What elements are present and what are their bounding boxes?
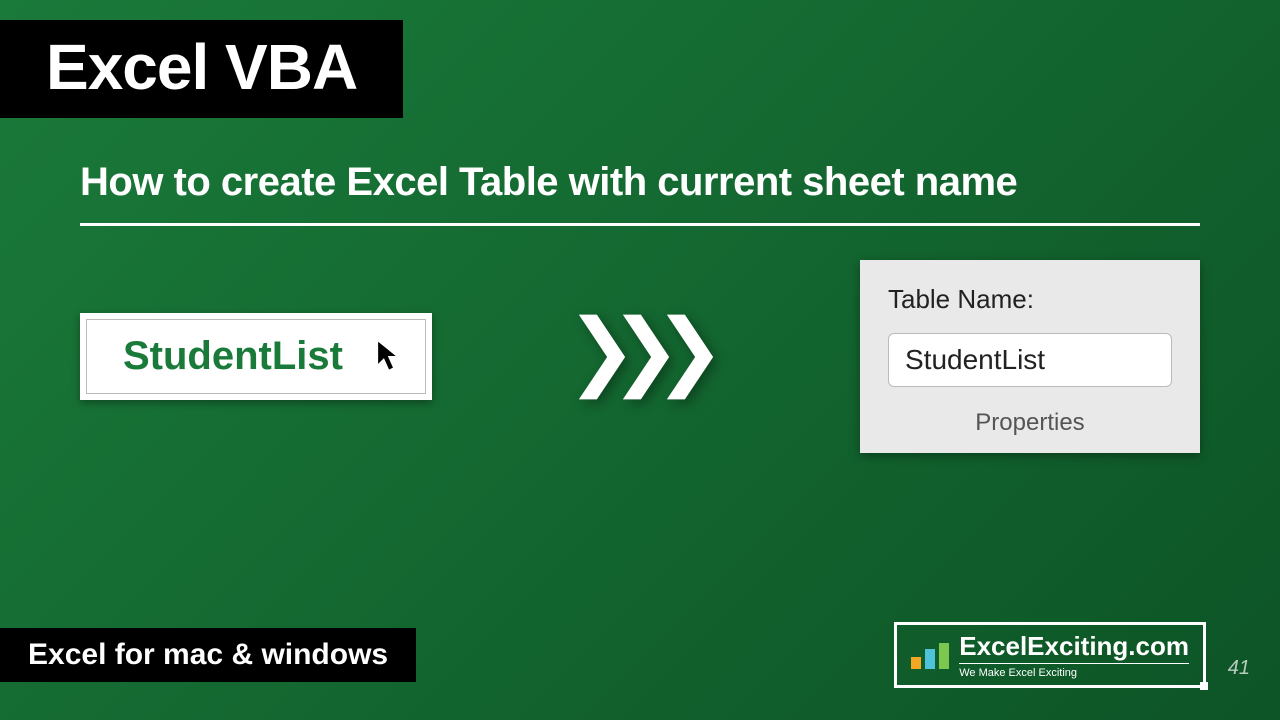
page-number: 41: [1228, 657, 1250, 680]
properties-panel: Table Name: StudentList Properties: [860, 260, 1200, 453]
brand-box: ExcelExciting.com We Make Excel Exciting: [894, 622, 1206, 688]
subtitle-text: How to create Excel Table with current s…: [80, 160, 1017, 204]
sheet-tab-label: StudentList: [123, 334, 343, 378]
title-text: Excel VBA: [46, 31, 357, 103]
brand-logo-icon: [911, 643, 949, 669]
cursor-icon: [375, 337, 405, 380]
brand-tagline: We Make Excel Exciting: [959, 663, 1189, 679]
title-badge: Excel VBA: [0, 20, 403, 118]
brand-name: ExcelExciting.com: [959, 633, 1189, 659]
sheet-tab-illustration: StudentList: [80, 313, 432, 400]
content-row: StudentList Table Name: StudentList Prop…: [80, 260, 1200, 453]
brand-text: ExcelExciting.com We Make Excel Exciting: [959, 633, 1189, 679]
brand-corner-icon: [1200, 682, 1208, 690]
chevrons-icon: [573, 312, 719, 402]
sheet-tab: StudentList: [86, 319, 426, 394]
table-name-input: StudentList: [888, 333, 1172, 387]
properties-label: Properties: [888, 409, 1172, 437]
platform-text: Excel for mac & windows: [28, 638, 388, 671]
subtitle-heading: How to create Excel Table with current s…: [80, 160, 1200, 226]
table-name-label: Table Name:: [888, 284, 1172, 315]
platform-badge: Excel for mac & windows: [0, 628, 416, 682]
